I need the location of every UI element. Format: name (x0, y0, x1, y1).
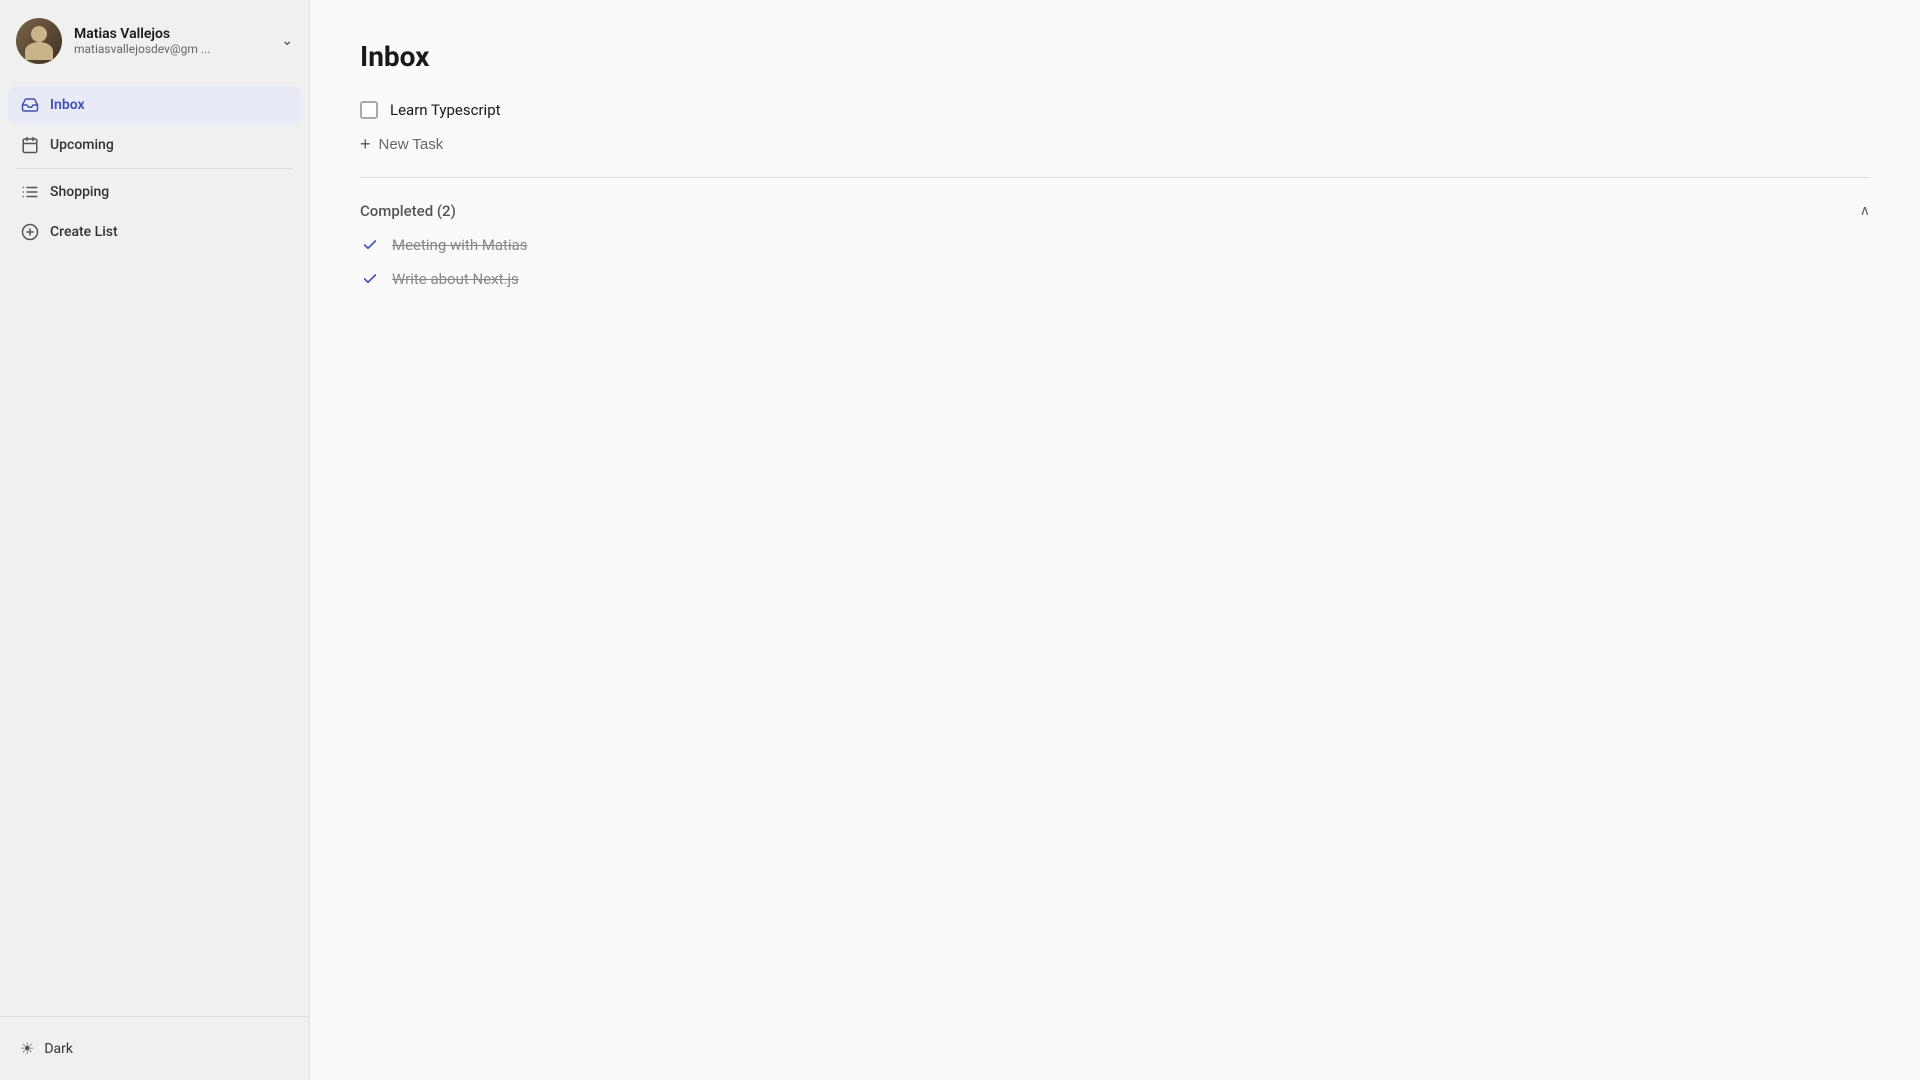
sidebar-bottom: ☀ Dark (0, 1016, 309, 1080)
user-name: Matias Vallejos (74, 26, 269, 42)
completed-task-label: Meeting with Matias (392, 236, 528, 254)
user-email: matiasvallejosdev@gm ... (74, 42, 269, 56)
completed-title: Completed (2) (360, 202, 456, 220)
user-info: Matias Vallejos matiasvallejosdev@gm ... (74, 26, 269, 56)
nav-list: Inbox Upcoming (0, 82, 309, 1016)
completed-section-header[interactable]: Completed (2) ∧ (360, 194, 1870, 228)
avatar-image (16, 18, 62, 64)
completed-task-item: Write about Next.js (360, 262, 1870, 296)
sidebar-item-upcoming-label: Upcoming (50, 137, 114, 153)
sidebar-item-inbox-label: Inbox (50, 97, 85, 113)
nav-divider (16, 168, 293, 169)
new-task-label: New Task (379, 136, 444, 153)
plus-circle-icon (20, 222, 40, 242)
chevron-up-icon: ∧ (1860, 203, 1870, 219)
completed-task-list: Meeting with Matias Write about Next.js (360, 228, 1870, 296)
chevron-down-icon: ⌄ (281, 33, 293, 49)
dark-mode-label: Dark (44, 1041, 73, 1057)
sidebar-item-create-list-label: Create List (50, 224, 118, 240)
sun-icon: ☀ (20, 1039, 34, 1058)
list-icon (20, 182, 40, 202)
sidebar-item-create-list[interactable]: Create List (8, 213, 301, 251)
inbox-icon (20, 95, 40, 115)
main-content: Inbox Learn Typescript + New Task Comple… (310, 0, 1920, 1080)
completed-task-label: Write about Next.js (392, 270, 519, 288)
calendar-icon (20, 135, 40, 155)
task-list: Learn Typescript (360, 93, 1870, 127)
check-icon (360, 271, 380, 287)
sidebar: Matias Vallejos matiasvallejosdev@gm ...… (0, 0, 310, 1080)
dark-mode-button[interactable]: ☀ Dark (16, 1033, 293, 1064)
task-item: Learn Typescript (360, 93, 1870, 127)
completed-task-item: Meeting with Matias (360, 228, 1870, 262)
page-title: Inbox (360, 40, 1870, 73)
task-checkbox[interactable] (360, 101, 378, 119)
user-profile[interactable]: Matias Vallejos matiasvallejosdev@gm ...… (0, 0, 309, 82)
new-task-button[interactable]: + New Task (360, 127, 443, 161)
check-icon (360, 237, 380, 253)
sidebar-item-shopping-label: Shopping (50, 184, 109, 200)
task-label: Learn Typescript (390, 101, 501, 119)
avatar (16, 18, 62, 64)
sidebar-item-inbox[interactable]: Inbox (8, 86, 301, 124)
sidebar-item-upcoming[interactable]: Upcoming (8, 126, 301, 164)
sidebar-item-shopping[interactable]: Shopping (8, 173, 301, 211)
section-divider (360, 177, 1870, 178)
plus-icon: + (360, 135, 371, 153)
